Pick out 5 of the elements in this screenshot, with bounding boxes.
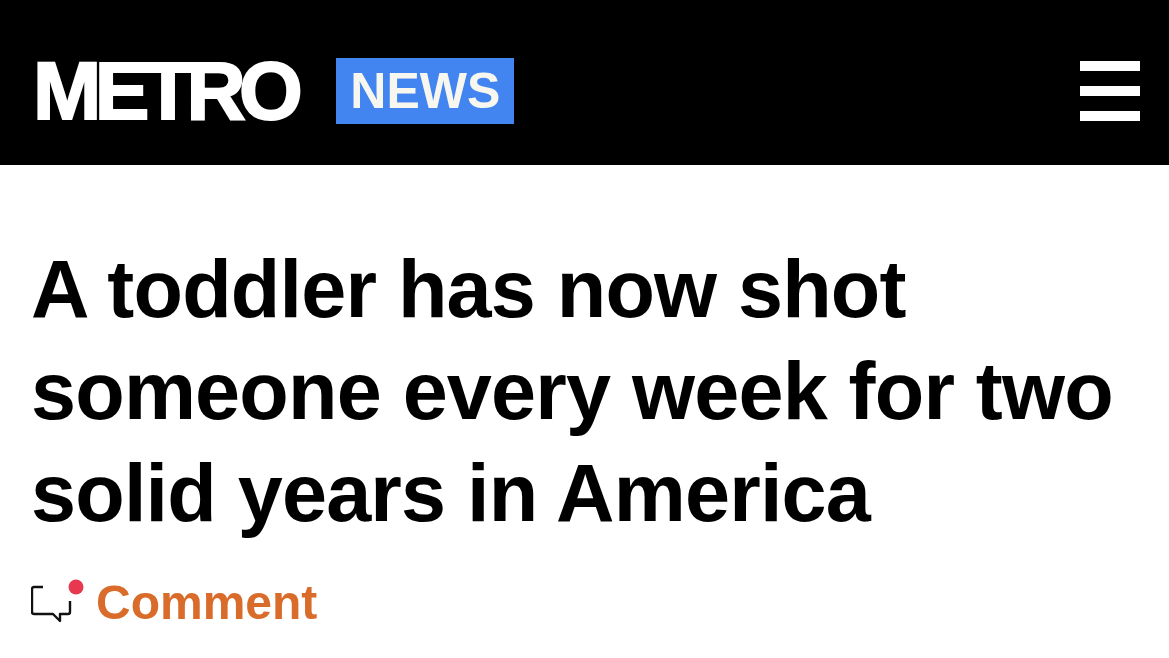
menu-icon[interactable]	[1080, 60, 1140, 121]
section-badge[interactable]: NEWS	[336, 57, 515, 124]
article-headline: A toddler has now shot someone every week for two solid years in America	[31, 243, 1114, 540]
comment-link[interactable]: Comment	[96, 577, 318, 630]
site-logo[interactable]: METRO	[33, 49, 297, 132]
